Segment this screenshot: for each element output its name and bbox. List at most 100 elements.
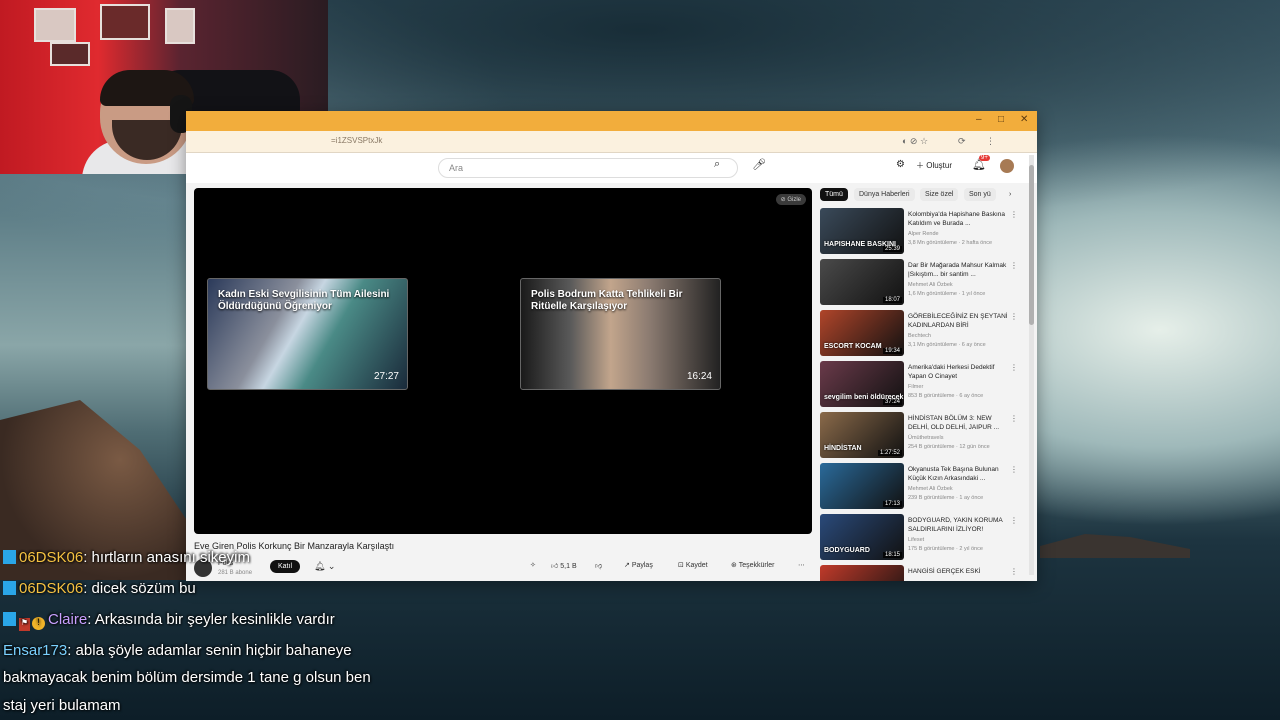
recommendation-channel[interactable]: Filmer bbox=[908, 384, 923, 390]
end-card-duration: 27:27 bbox=[373, 371, 399, 382]
recommendation-thumbnail[interactable]: 17:13 bbox=[820, 463, 904, 509]
title-bar: – □ ✕ bbox=[186, 111, 1037, 131]
hide-button[interactable]: ⊘ Gizle bbox=[775, 194, 806, 205]
thumbnail-text: HİNDİSTAN bbox=[824, 445, 862, 452]
search-input[interactable]: Ara bbox=[438, 158, 738, 178]
more-vert-icon[interactable]: ⋮ bbox=[1010, 363, 1018, 372]
thanks-button[interactable]: ⊛ Teşekkürler bbox=[731, 561, 774, 569]
recommendation-thumbnail[interactable]: HAPISHANE BASKINI 25:39 bbox=[820, 208, 904, 254]
end-card-video[interactable]: Kadın Eski Sevgilisinin Tüm Ailesini Öld… bbox=[207, 278, 408, 390]
more-vert-icon[interactable]: ⋮ bbox=[1010, 210, 1018, 219]
recommendation-title[interactable]: BODYGUARD, YAKIN KORUMA SALDIRILARINI İZ… bbox=[908, 516, 1014, 534]
chat-message: Ensar173: abla şöyle adamlar senin hiçbi… bbox=[3, 642, 352, 659]
mic-icon[interactable]: 🎤︎ bbox=[752, 158, 766, 171]
chip-recent[interactable]: Son yü bbox=[964, 188, 996, 201]
notification-badge: 9+ bbox=[979, 155, 990, 161]
wall-poster bbox=[165, 8, 195, 44]
create-button[interactable]: ＋ Oluştur bbox=[916, 160, 952, 171]
video-player[interactable]: ⊘ Gizle Kadın Eski Sevgilisinin Tüm Aile… bbox=[194, 188, 812, 534]
gear-icon[interactable]: ⚙ bbox=[896, 159, 905, 170]
recommendation-thumbnail[interactable]: sevgilim beni öldürecek 37:24 bbox=[820, 361, 904, 407]
create-label: Oluştur bbox=[926, 161, 953, 170]
recommendation-channel[interactable]: Alper Rende bbox=[908, 231, 939, 237]
minimize-button[interactable]: – bbox=[976, 114, 982, 125]
chip-all[interactable]: Tümü bbox=[820, 188, 848, 201]
share-button[interactable]: ↗ Paylaş bbox=[624, 561, 653, 569]
chip-for-you[interactable]: Size özel bbox=[920, 188, 959, 201]
recommendation-item[interactable]: 17:13 Okyanusta Tek Başına Bulunan Küçük … bbox=[820, 463, 1030, 511]
recommendation-item[interactable]: ESCORT KOCAM 19:34 GÖREBİLECEĞİNİZ EN ŞEYT… bbox=[820, 310, 1030, 358]
wall-poster bbox=[34, 8, 76, 42]
recommendation-thumbnail[interactable]: HİNDİSTAN 1:27:52 bbox=[820, 412, 904, 458]
recommendation-item[interactable]: HİNDİSTAN 1:27:52 HİNDİSTAN BÖLÜM 3: NEW D… bbox=[820, 412, 1030, 460]
extension-icon[interactable]: ◐ ⊘ ☆ bbox=[902, 136, 928, 147]
recommendation-title[interactable]: Kolombiya'da Hapishane Baskına Katıldım … bbox=[908, 210, 1014, 228]
refresh-icon[interactable]: ⟳ bbox=[958, 136, 966, 147]
recommendation-item[interactable]: 18:07 Dar Bir Mağarada Mahsur Kalmak |Sık… bbox=[820, 259, 1030, 307]
more-vert-icon[interactable]: ⋮ bbox=[1010, 261, 1018, 270]
recommendation-channel[interactable]: Mehmet Ali Özbek bbox=[908, 282, 953, 288]
more-icon[interactable]: ⋯ bbox=[798, 561, 805, 569]
recommendation-title[interactable]: Okyanusta Tek Başına Bulunan Küçük Kızın… bbox=[908, 465, 1014, 483]
platform-icon bbox=[3, 581, 16, 595]
close-button[interactable]: ✕ bbox=[1020, 114, 1028, 125]
url-text: =i1ZSVSPtxJk bbox=[331, 136, 383, 145]
menu-icon[interactable]: ⋮ bbox=[986, 136, 995, 147]
wall-poster bbox=[100, 4, 150, 40]
recommendation-channel[interactable]: Lifeset bbox=[908, 537, 924, 543]
chat-text: : hırtların anasını sikeyim bbox=[83, 549, 250, 566]
end-card-video[interactable]: Polis Bodrum Katta Tehlikeli Bir Ritüell… bbox=[520, 278, 721, 390]
more-vert-icon[interactable]: ⋮ bbox=[1010, 312, 1018, 321]
chip-world-news[interactable]: Dünya Haberleri bbox=[854, 188, 915, 201]
thanks-label: Teşekkürler bbox=[738, 562, 775, 569]
recommendation-title[interactable]: Dar Bir Mağarada Mahsur Kalmak |Sıkıştım… bbox=[908, 261, 1014, 279]
chat-text: : abla şöyle adamlar senin hiçbir bahane… bbox=[67, 642, 352, 659]
recommendation-thumbnail[interactable]: ESCORT KOCAM 19:34 bbox=[820, 310, 904, 356]
subscribe-bell-icon[interactable]: 🔔︎ ⌄ bbox=[314, 561, 335, 572]
account-avatar[interactable] bbox=[1000, 159, 1014, 173]
chat-username: 06DSK06 bbox=[19, 580, 84, 597]
more-vert-icon[interactable]: ⋮ bbox=[1010, 516, 1018, 525]
recommendation-duration: 25:39 bbox=[882, 246, 902, 252]
recommendation-thumbnail[interactable]: 18:07 bbox=[820, 259, 904, 305]
recommendation-meta: 1,6 Mn görüntüleme · 1 yıl önce bbox=[908, 291, 986, 297]
wall-poster bbox=[50, 42, 90, 66]
recommendation-item[interactable]: BODYGUARD 18:15 BODYGUARD, YAKIN KORUMA SA… bbox=[820, 514, 1030, 562]
recommendation-title[interactable]: HANGİSİ GERÇEK ESKİ bbox=[908, 567, 1014, 576]
recommendation-channel[interactable]: Mehmet Ali Özbek bbox=[908, 486, 953, 492]
channel-subscribers: 281 B abone bbox=[218, 570, 253, 576]
like-button[interactable]: 👍︎ 5,1 B bbox=[551, 561, 577, 570]
maximize-button[interactable]: □ bbox=[998, 114, 1004, 125]
more-vert-icon[interactable]: ⋮ bbox=[1010, 414, 1018, 423]
recommendation-meta: 175 B görüntüleme · 2 yıl önce bbox=[908, 546, 983, 552]
save-button[interactable]: ⊡ Kaydet bbox=[678, 561, 708, 569]
recommendation-title[interactable]: HİNDİSTAN BÖLÜM 3: NEW DELHİ, OLD DELHİ,… bbox=[908, 414, 1014, 432]
scrollbar-thumb[interactable] bbox=[1029, 165, 1034, 325]
recommendation-duration: 37:24 bbox=[882, 399, 902, 405]
sparkle-icon[interactable]: ✧ bbox=[530, 561, 536, 569]
recommendation-meta: 3,1 Mn görüntüleme · 6 ay önce bbox=[908, 342, 986, 348]
recommendation-channel[interactable]: Bechtech bbox=[908, 333, 931, 339]
search-icon[interactable]: ⌕ bbox=[714, 158, 720, 171]
scrollbar[interactable] bbox=[1029, 155, 1034, 575]
recommendation-thumbnail[interactable]: HANGİSİ GERÇEK EX? bbox=[820, 565, 904, 581]
recommendation-item[interactable]: HANGİSİ GERÇEK EX? HANGİSİ GERÇEK ESKİ⋮ bbox=[820, 565, 1030, 581]
chevron-right-icon[interactable]: › bbox=[1004, 188, 1016, 201]
recommendation-thumbnail[interactable]: BODYGUARD 18:15 bbox=[820, 514, 904, 560]
recommendation-item[interactable]: sevgilim beni öldürecek 37:24 Amerika'daki… bbox=[820, 361, 1030, 409]
more-vert-icon[interactable]: ⋮ bbox=[1010, 567, 1018, 576]
recommendation-title[interactable]: GÖREBİLECEĞİNİZ EN ŞEYTANİ KADINLARDAN B… bbox=[908, 312, 1014, 330]
thumbnail-text: BODYGUARD bbox=[824, 547, 870, 554]
join-button[interactable]: Katıl bbox=[270, 560, 301, 573]
recommendation-item[interactable]: HAPISHANE BASKINI 25:39 Kolombiya'da Hapis… bbox=[820, 208, 1030, 256]
address-bar[interactable]: =i1ZSVSPtxJk ◐ ⊘ ☆ ⟳ ⋮ bbox=[186, 131, 1037, 153]
chat-message-continued: bakmayacak benim bölüm dersimde 1 tane g… bbox=[3, 669, 371, 686]
recommendation-duration: 17:13 bbox=[882, 501, 902, 507]
end-card-title: Kadın Eski Sevgilisinin Tüm Ailesini Öld… bbox=[218, 289, 390, 312]
chat-username: 06DSK06 bbox=[19, 549, 84, 566]
more-vert-icon[interactable]: ⋮ bbox=[1010, 465, 1018, 474]
recommendation-title[interactable]: Amerika'daki Herkesi Dedektif Yapan O Ci… bbox=[908, 363, 1014, 381]
recommendation-channel[interactable]: Ümüthetravels bbox=[908, 435, 943, 441]
dislike-icon[interactable]: 👎︎ bbox=[595, 561, 602, 570]
end-card-duration: 16:24 bbox=[686, 371, 712, 382]
